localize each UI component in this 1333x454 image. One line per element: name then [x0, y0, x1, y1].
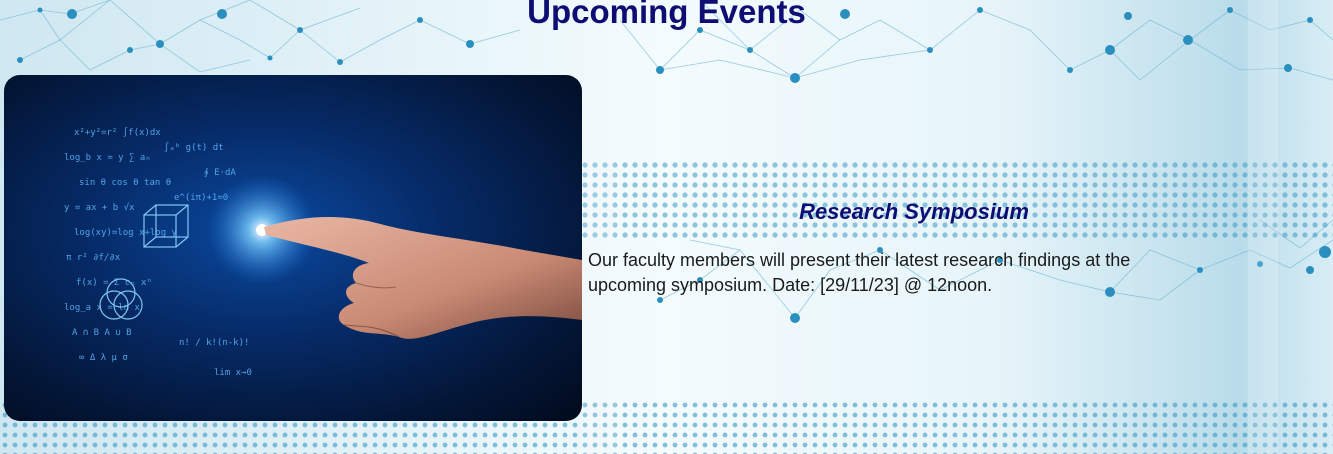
- svg-text:f(x) = Σ cₙ xⁿ: f(x) = Σ cₙ xⁿ: [76, 278, 152, 288]
- svg-text:y = ax + b √x: y = ax + b √x: [64, 202, 135, 213]
- svg-text:A ∩ B A ∪ B: A ∩ B A ∪ B: [72, 328, 132, 338]
- svg-text:n! / k!(n-k)!: n! / k!(n-k)!: [179, 338, 249, 348]
- svg-text:log_b x = y ∑ aₙ: log_b x = y ∑ aₙ: [64, 153, 151, 163]
- svg-text:∞ Δ λ μ σ: ∞ Δ λ μ σ: [79, 353, 128, 363]
- svg-text:lim x→0: lim x→0: [214, 368, 252, 378]
- event-description: Our faculty members will present their l…: [588, 250, 1131, 295]
- svg-text:sin θ cos θ tan θ: sin θ cos θ tan θ: [79, 178, 171, 188]
- svg-text:π r² ∂f/∂x: π r² ∂f/∂x: [66, 253, 121, 263]
- event-image: x²+y²=r² ∫f(x)dx log_b x = y ∑ aₙ sin θ …: [4, 75, 582, 421]
- svg-text:x²+y²=r² ∫f(x)dx: x²+y²=r² ∫f(x)dx: [74, 127, 161, 138]
- events-section: Upcoming Events x²+y²=r² ∫f(x)dx log_b x…: [0, 0, 1333, 454]
- svg-text:∮ E·dA: ∮ E·dA: [204, 168, 236, 178]
- section-title: Upcoming Events: [527, 0, 806, 30]
- svg-text:∫ₐᵇ g(t) dt: ∫ₐᵇ g(t) dt: [164, 142, 224, 153]
- event-title: Research Symposium: [799, 199, 1029, 224]
